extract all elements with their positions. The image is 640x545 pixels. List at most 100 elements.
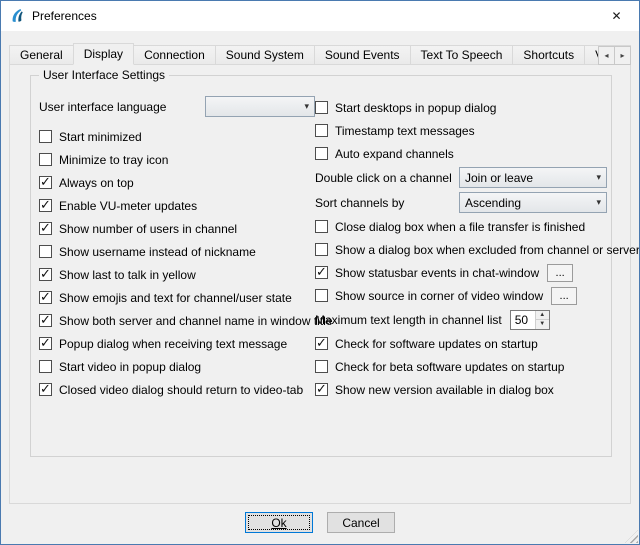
checkbox-box[interactable] (315, 147, 328, 160)
tab-display[interactable]: Display (73, 43, 134, 65)
checkbox-excluded-dialog[interactable]: Show a dialog box when excluded from cha… (315, 240, 607, 259)
checkbox-box[interactable] (315, 289, 328, 302)
video-source-row: Show source in corner of video window ..… (315, 286, 607, 305)
checkbox-always-on-top[interactable]: Always on top (39, 173, 315, 192)
checkbox-box[interactable] (39, 291, 52, 304)
checkbox-label: Show both server and channel name in win… (59, 314, 333, 328)
checkbox-box[interactable] (39, 314, 52, 327)
user-interface-settings-group: User Interface Settings User interface l… (30, 75, 612, 457)
checkbox-label: Show number of users in channel (59, 222, 237, 236)
checkbox-server-channel-in-title[interactable]: Show both server and channel name in win… (39, 311, 315, 330)
checkbox-timestamp-messages[interactable]: Timestamp text messages (315, 121, 607, 140)
checkbox-box[interactable] (39, 199, 52, 212)
spin-down-button[interactable]: ▼ (536, 319, 549, 329)
chevron-down-icon: ▾ (596, 172, 601, 183)
checkbox-box[interactable] (39, 222, 52, 235)
checkbox-box[interactable] (39, 268, 52, 281)
checkbox-box[interactable] (315, 266, 328, 279)
tab-shortcuts[interactable]: Shortcuts (512, 45, 585, 65)
checkbox-box[interactable] (315, 101, 328, 114)
checkbox-start-minimized[interactable]: Start minimized (39, 127, 315, 146)
checkbox-box[interactable] (39, 130, 52, 143)
sort-channels-value: Ascending (465, 196, 521, 210)
double-click-row: Double click on a channel Join or leave … (315, 167, 607, 188)
language-row: User interface language ▾ (39, 96, 315, 117)
statusbar-events-more-button[interactable]: ... (547, 264, 573, 282)
tab-general[interactable]: General (9, 45, 74, 65)
tab-bar: General Display Connection Sound System … (9, 43, 631, 65)
checkbox-statusbar-events[interactable]: Show statusbar events in chat-window (315, 266, 539, 280)
checkbox-box[interactable] (39, 245, 52, 258)
checkbox-check-beta-updates[interactable]: Check for beta software updates on start… (315, 357, 607, 376)
checkbox-last-to-talk-yellow[interactable]: Show last to talk in yellow (39, 265, 315, 284)
checkbox-box[interactable] (315, 383, 328, 396)
ok-button[interactable]: Ok (245, 512, 313, 533)
checkbox-label: Close dialog box when a file transfer is… (335, 220, 585, 234)
app-icon (9, 8, 25, 24)
left-column: User interface language ▾ Start minimize… (39, 96, 315, 403)
arrow-up-icon: ▲ (539, 312, 545, 318)
checkbox-label: Show username instead of nickname (59, 245, 256, 259)
checkbox-new-version-dialog[interactable]: Show new version available in dialog box (315, 380, 607, 399)
tab-scroll-left-button[interactable]: ◂ (598, 46, 615, 65)
checkbox-label: Show a dialog box when excluded from cha… (335, 243, 640, 257)
checkbox-username-instead-nickname[interactable]: Show username instead of nickname (39, 242, 315, 261)
checkbox-box[interactable] (315, 360, 328, 373)
max-text-length-spinner[interactable]: 50 ▲ ▼ (510, 310, 550, 330)
language-label: User interface language (39, 100, 166, 114)
double-click-select[interactable]: Join or leave ▾ (459, 167, 607, 188)
max-text-length-row: Maximum text length in channel list 50 ▲… (315, 309, 607, 330)
checkbox-box[interactable] (315, 243, 328, 256)
preferences-window: Preferences ✕ General Display Connection… (0, 0, 640, 545)
checkbox-label: Check for beta software updates on start… (335, 360, 564, 374)
sort-channels-select[interactable]: Ascending ▾ (459, 192, 607, 213)
double-click-value: Join or leave (465, 171, 533, 185)
sort-channels-row: Sort channels by Ascending ▾ (315, 192, 607, 213)
checkbox-box[interactable] (39, 360, 52, 373)
spin-up-button[interactable]: ▲ (536, 311, 549, 320)
cancel-button[interactable]: Cancel (327, 512, 395, 533)
checkbox-label: Show statusbar events in chat-window (335, 266, 539, 280)
checkbox-desktops-popup[interactable]: Start desktops in popup dialog (315, 98, 607, 117)
checkbox-popup-on-text-message[interactable]: Popup dialog when receiving text message (39, 334, 315, 353)
spinner-arrows: ▲ ▼ (535, 311, 549, 329)
checkbox-start-video-popup[interactable]: Start video in popup dialog (39, 357, 315, 376)
language-select[interactable]: ▾ (205, 96, 315, 117)
checkbox-minimize-to-tray[interactable]: Minimize to tray icon (39, 150, 315, 169)
checkbox-video-source-corner[interactable]: Show source in corner of video window (315, 289, 543, 303)
checkbox-emojis-and-text-state[interactable]: Show emojis and text for channel/user st… (39, 288, 315, 307)
checkbox-closed-video-return-tab[interactable]: Closed video dialog should return to vid… (39, 380, 315, 399)
ok-button-label: Ok (271, 516, 286, 530)
checkbox-label: Minimize to tray icon (59, 153, 168, 167)
group-title: User Interface Settings (39, 68, 169, 82)
titlebar: Preferences ✕ (1, 1, 639, 31)
checkbox-close-filetransfer-dialog[interactable]: Close dialog box when a file transfer is… (315, 217, 607, 236)
checkbox-box[interactable] (315, 124, 328, 137)
tab-connection[interactable]: Connection (133, 45, 216, 65)
checkbox-box[interactable] (39, 383, 52, 396)
close-button[interactable]: ✕ (594, 1, 639, 30)
checkbox-box[interactable] (39, 176, 52, 189)
checkbox-vu-meter-updates[interactable]: Enable VU-meter updates (39, 196, 315, 215)
checkbox-auto-expand-channels[interactable]: Auto expand channels (315, 144, 607, 163)
checkbox-label: Check for software updates on startup (335, 337, 538, 351)
checkbox-box[interactable] (39, 153, 52, 166)
checkbox-show-user-count[interactable]: Show number of users in channel (39, 219, 315, 238)
checkbox-box[interactable] (315, 337, 328, 350)
tab-scroll-right-button[interactable]: ▸ (614, 46, 631, 65)
checkbox-box[interactable] (39, 337, 52, 350)
max-text-length-label: Maximum text length in channel list (315, 313, 502, 327)
max-text-length-value: 50 (511, 311, 535, 329)
checkbox-box[interactable] (315, 220, 328, 233)
arrow-left-icon: ◂ (604, 51, 608, 60)
tab-sound-events[interactable]: Sound Events (314, 45, 411, 65)
tab-scroll-buttons: ◂ ▸ (598, 46, 631, 65)
tab-sound-system[interactable]: Sound System (215, 45, 315, 65)
checkbox-label: Auto expand channels (335, 147, 454, 161)
checkbox-label: Closed video dialog should return to vid… (59, 383, 303, 397)
video-source-more-button[interactable]: ... (551, 287, 577, 305)
arrow-right-icon: ▸ (620, 51, 624, 60)
checkbox-check-updates[interactable]: Check for software updates on startup (315, 334, 607, 353)
arrow-down-icon: ▼ (539, 321, 545, 327)
tab-text-to-speech[interactable]: Text To Speech (410, 45, 514, 65)
